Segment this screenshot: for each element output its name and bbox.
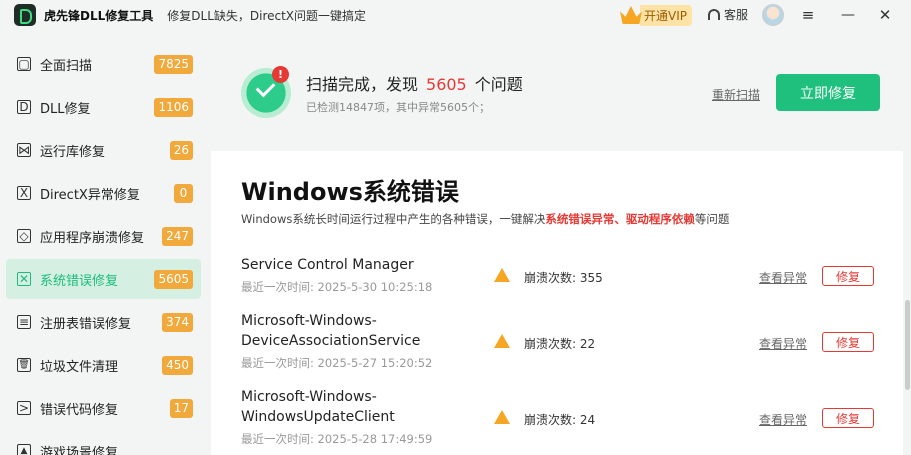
- sidebar-item-label: 游戏场景修复: [40, 445, 119, 455]
- sidebar-item-label: 垃圾文件清理: [40, 359, 119, 375]
- sidebar-item-dll-fix[interactable]: D DLL修复 1106: [6, 87, 201, 127]
- count-badge: 17: [169, 398, 193, 418]
- support-label: 客服: [724, 8, 749, 22]
- fix-button[interactable]: 修复: [822, 266, 874, 286]
- rescan-link[interactable]: 重新扫描: [712, 86, 760, 103]
- sidebar-item-junk-cleanup[interactable]: 🗑 垃圾文件清理 450: [6, 345, 201, 385]
- count-badge: 450: [162, 355, 193, 375]
- sidebar-item-label: 全面扫描: [40, 58, 93, 74]
- desc-highlight: 系统错误异常、驱动程序依赖: [545, 212, 695, 226]
- menu-icon[interactable]: ≡: [798, 5, 818, 25]
- view-error-link[interactable]: 查看异常: [759, 269, 807, 286]
- scan-title-prefix: 扫描完成，发现: [306, 75, 419, 94]
- scan-result-title: 扫描完成，发现 5605 个问题: [306, 71, 523, 95]
- sidebar-item-label: DLL修复: [40, 101, 91, 117]
- desc-prefix: Windows系统长时间运行过程中产生的各种错误，一键解决: [241, 212, 546, 226]
- sidebar-item-full-scan[interactable]: ▢ 全面扫描 7825: [6, 44, 201, 84]
- sidebar-item-label: DirectX异常修复: [40, 187, 140, 203]
- sidebar-item-runtime-fix[interactable]: ⋈ 运行库修复 26: [6, 130, 201, 170]
- system-error-icon: ✕: [17, 272, 31, 286]
- fix-button[interactable]: 修复: [822, 408, 874, 428]
- sidebar-item-label: 系统错误修复: [40, 273, 119, 289]
- crash-count: 崩溃次数: 24: [524, 413, 596, 427]
- error-name: Microsoft-Windows-WindowsUpdateClient: [241, 389, 395, 425]
- support-button[interactable]: 客服: [708, 6, 748, 23]
- dll-icon: D: [17, 100, 31, 114]
- vip-label: 开通VIP: [640, 4, 692, 26]
- app-logo-icon: [14, 4, 36, 26]
- section-title: Windows系统错误: [241, 178, 459, 206]
- section-description: Windows系统长时间运行过程中产生的各种错误，一键解决系统错误异常、驱动程序…: [241, 211, 729, 227]
- count-badge: 1106: [154, 97, 193, 117]
- error-name: Service Control Manager: [241, 257, 414, 273]
- issue-count: 5605: [426, 75, 467, 94]
- view-error-link[interactable]: 查看异常: [759, 411, 807, 428]
- close-icon[interactable]: ✕: [875, 5, 895, 25]
- count-badge: 5605: [154, 269, 193, 289]
- sidebar-item-error-code-fix[interactable]: > 错误代码修复 17: [6, 388, 201, 428]
- scan-summary-header: ! 扫描完成，发现 5605 个问题 已检测14847项，其中异常5605个； 重新…: [211, 36, 911, 149]
- main-panel: Windows系统错误 Windows系统长时间运行过程中产生的各种错误，一键解…: [211, 151, 903, 455]
- sidebar-item-app-crash-fix[interactable]: ◇ 应用程序崩溃修复 247: [6, 216, 201, 256]
- fix-button[interactable]: 修复: [822, 332, 874, 352]
- app-subtitle: 修复DLL缺失，DirectX问题一键搞定: [167, 8, 367, 23]
- terminal-icon: >: [17, 401, 31, 415]
- sidebar-item-label: 应用程序崩溃修复: [40, 230, 145, 246]
- desc-suffix: 等问题: [694, 212, 730, 226]
- directx-icon: X: [17, 186, 31, 200]
- warning-icon: [494, 268, 510, 282]
- crash-count: 崩溃次数: 355: [524, 271, 603, 285]
- scrollbar-thumb[interactable]: [905, 300, 910, 390]
- sidebar-item-registry-fix[interactable]: ≡ 注册表错误修复 374: [6, 302, 201, 342]
- sidebar-item-game-fix[interactable]: ▲ 游戏场景修复: [6, 431, 201, 455]
- error-time: 最近一次时间: 2025-5-30 10:25:18: [241, 280, 433, 294]
- warning-icon: [494, 334, 510, 348]
- count-badge: 26: [169, 140, 193, 160]
- crown-icon: [620, 6, 642, 24]
- view-error-link[interactable]: 查看异常: [759, 335, 807, 352]
- cube-icon: ◇: [17, 229, 31, 243]
- error-name: Microsoft-Windows-DeviceAssociationServi…: [241, 313, 421, 349]
- error-time: 最近一次时间: 2025-5-27 15:20:52: [241, 356, 433, 370]
- count-badge: 247: [162, 226, 193, 246]
- sidebar-item-directx-fix[interactable]: X DirectX异常修复 0: [6, 173, 201, 213]
- count-badge: 374: [162, 312, 193, 332]
- sidebar: ▢ 全面扫描 7825 D DLL修复 1106 ⋈ 运行库修复 26 X Di…: [0, 36, 211, 455]
- trash-icon: 🗑: [17, 358, 31, 372]
- alert-icon: !: [272, 66, 289, 83]
- error-time: 最近一次时间: 2025-5-28 17:49:59: [241, 432, 433, 446]
- minimize-icon[interactable]: —: [838, 5, 858, 25]
- scan-detail: 已检测14847项，其中异常5605个；: [306, 101, 490, 114]
- sidebar-item-label: 错误代码修复: [40, 402, 119, 418]
- avatar[interactable]: [762, 4, 784, 26]
- sidebar-item-system-error-fix[interactable]: ✕ 系统错误修复 5605: [6, 259, 201, 299]
- vip-button[interactable]: 开通VIP: [620, 4, 692, 26]
- warning-icon: [494, 410, 510, 424]
- bowtie-icon: ⋈: [17, 143, 31, 157]
- sidebar-item-label: 注册表错误修复: [40, 316, 132, 332]
- headset-icon: [708, 9, 720, 20]
- fix-now-button[interactable]: 立即修复: [776, 74, 880, 111]
- game-icon: ▲: [17, 444, 31, 455]
- count-badge: 7825: [154, 54, 193, 74]
- count-badge: 0: [174, 183, 193, 203]
- scan-title-suffix: 个问题: [474, 75, 523, 94]
- monitor-icon: ▢: [17, 57, 31, 71]
- sidebar-item-label: 运行库修复: [40, 144, 106, 160]
- registry-icon: ≡: [17, 315, 31, 329]
- crash-count: 崩溃次数: 22: [524, 337, 596, 351]
- app-title: 虎先锋DLL修复工具: [44, 8, 154, 23]
